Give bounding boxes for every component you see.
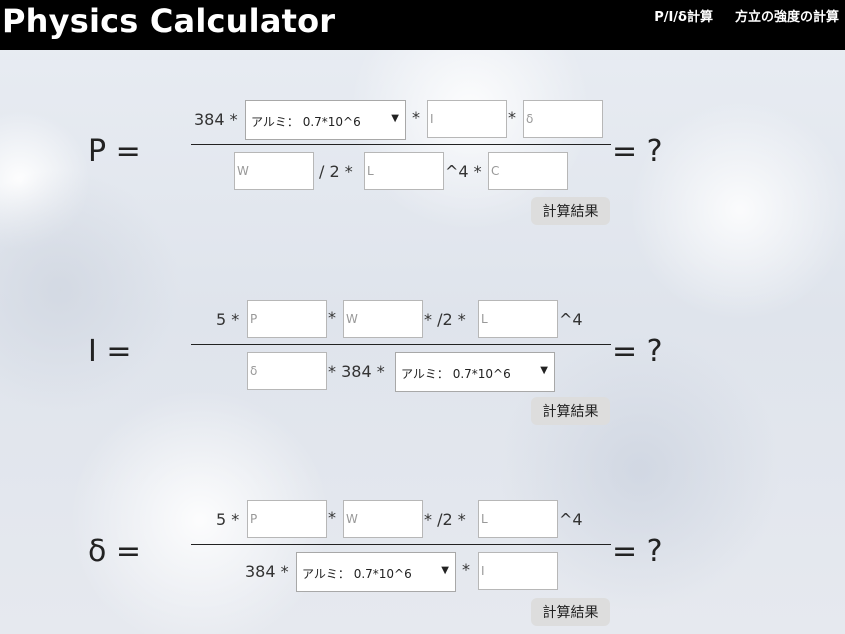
p-label: P =	[88, 134, 141, 169]
i-material-select[interactable]: アルミ： 0.7*10^6 ▼	[395, 352, 555, 392]
i-calculate-button[interactable]: 計算結果	[531, 397, 610, 425]
delta-calculate-button[interactable]: 計算結果	[531, 598, 610, 626]
p-c-input[interactable]	[488, 152, 568, 190]
delta-w-input[interactable]	[343, 500, 423, 538]
delta-den-384: 384 *	[245, 562, 289, 581]
app-title[interactable]: Physics Calculator	[2, 2, 335, 40]
p-calculate-button[interactable]: 計算結果	[531, 197, 610, 225]
top-navbar: Physics Calculator P/I/δ計算 方立の強度の計算	[0, 0, 845, 50]
i-equation: I = 5 * * * /2 * ^4 = ? * 384 * アルミ： 0.7…	[0, 298, 845, 428]
nav-link-pid-calc[interactable]: P/I/δ計算	[654, 6, 713, 25]
i-l-input[interactable]	[478, 300, 558, 338]
delta-p-input[interactable]	[247, 500, 327, 538]
p-material-select[interactable]: アルミ： 0.7*10^6 ▼	[245, 100, 406, 140]
delta-num-5: 5 *	[216, 510, 240, 529]
p-l-input[interactable]	[364, 152, 444, 190]
p-den-div2: / 2 *	[319, 162, 353, 181]
p-material-value: アルミ： 0.7*10^6	[251, 115, 361, 129]
p-num-384: 384 *	[194, 110, 238, 129]
i-den-384: * 384 *	[328, 362, 385, 381]
p-den-pow4: ^4 *	[445, 162, 482, 181]
p-result-label: = ?	[612, 134, 663, 169]
i-num-5: 5 *	[216, 310, 240, 329]
i-delta-input[interactable]	[247, 352, 327, 390]
p-num-mul2: *	[508, 108, 516, 127]
p-equation: P = 384 * アルミ： 0.7*10^6 ▼ * * = ? / 2 * …	[0, 98, 845, 228]
chevron-down-icon: ▼	[540, 365, 548, 376]
p-w-input[interactable]	[234, 152, 314, 190]
nav-link-mullion-strength[interactable]: 方立の強度の計算	[735, 6, 839, 25]
delta-num-pow4: ^4	[559, 510, 583, 529]
chevron-down-icon: ▼	[391, 113, 399, 124]
delta-num-mul1: *	[328, 508, 336, 527]
delta-result-label: = ?	[612, 534, 663, 569]
i-w-input[interactable]	[343, 300, 423, 338]
i-num-div2: * /2 *	[424, 310, 466, 329]
p-delta-input[interactable]	[523, 100, 603, 138]
delta-material-value: アルミ： 0.7*10^6	[302, 567, 412, 581]
i-material-value: アルミ： 0.7*10^6	[401, 367, 511, 381]
p-fraction-bar	[191, 144, 611, 145]
delta-fraction-bar	[191, 544, 611, 545]
chevron-down-icon: ▼	[441, 565, 449, 576]
delta-num-div2: * /2 *	[424, 510, 466, 529]
i-num-mul1: *	[328, 308, 336, 327]
delta-equation: δ = 5 * * * /2 * ^4 = ? 384 * アルミ： 0.7*1…	[0, 498, 845, 630]
p-i-input[interactable]	[427, 100, 507, 138]
delta-i-input[interactable]	[478, 552, 558, 590]
delta-material-select[interactable]: アルミ： 0.7*10^6 ▼	[296, 552, 456, 592]
i-label: I =	[88, 334, 132, 369]
nav-links: P/I/δ計算 方立の強度の計算	[654, 6, 839, 25]
i-result-label: = ?	[612, 334, 663, 369]
delta-l-input[interactable]	[478, 500, 558, 538]
delta-den-mul: *	[462, 560, 470, 579]
i-fraction-bar	[191, 344, 611, 345]
i-p-input[interactable]	[247, 300, 327, 338]
i-num-pow4: ^4	[559, 310, 583, 329]
delta-label: δ =	[88, 534, 142, 569]
p-num-mul1: *	[412, 108, 420, 127]
